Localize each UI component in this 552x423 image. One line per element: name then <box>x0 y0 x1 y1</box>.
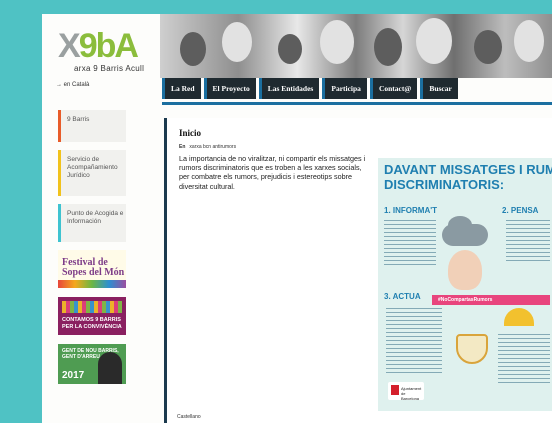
sidebar-item-acogida[interactable]: Punto de Acogida e Información <box>58 204 126 242</box>
poster-step-1: 1. INFORMA'T <box>384 206 438 215</box>
nav-divider <box>162 102 552 105</box>
poster-cloud <box>442 224 488 246</box>
promo-year: 2017 <box>62 370 85 381</box>
logo-mark: X9bA <box>58 27 139 65</box>
nav-buscar[interactable]: Buscar <box>420 78 458 99</box>
poster-text-block <box>498 334 550 384</box>
sidebar: 9 Barris Servicio de Acompañamiento Jurí… <box>58 110 126 393</box>
language-footer-link[interactable]: Castellano <box>177 414 201 420</box>
promo-convivencia-text: CONTAMOS 9 BARRIS PER LA CONVIVÈNCIA <box>62 317 122 330</box>
header-banner-photo <box>160 14 552 78</box>
promo-color-bar <box>58 280 126 288</box>
promo-decoration <box>62 301 122 313</box>
post-author[interactable]: xarxa bcn antirumors <box>189 144 236 150</box>
poster-step-3: 3. ACTUA <box>384 292 421 301</box>
poster-hashtag-bar: #NoCompartasRumors <box>432 295 550 305</box>
promo-gent-nou-barris[interactable]: GENT DE NOU BARRIS, GENT D'ARREU 2017 <box>58 344 126 384</box>
poster-sun <box>504 308 534 326</box>
post-meta-tag: En <box>179 144 186 150</box>
poster-text-block <box>386 308 442 374</box>
nav-participa[interactable]: Participa <box>322 78 367 99</box>
promo-convivencia[interactable]: CONTAMOS 9 BARRIS PER LA CONVIVÈNCIA <box>58 297 126 335</box>
promo-person-photo <box>98 352 122 384</box>
poster-text-block <box>506 220 550 264</box>
logo-subtitle: arxa 9 Barris Acull <box>74 64 145 73</box>
page: X9bA arxa 9 Barris Acull → en Català La … <box>42 14 552 423</box>
nav-las-entidades[interactable]: Las Entidades <box>258 78 320 99</box>
language-switch[interactable]: → en Català <box>56 82 89 88</box>
nav-el-proyecto[interactable]: El Proyecto <box>203 78 256 99</box>
poster-heading: DAVANT MISSATGES I RUM DISCRIMINATORIS: <box>384 162 552 192</box>
main-nav: La Red El Proyecto Las Entidades Partici… <box>162 78 458 99</box>
main-content: Inicio En xarxa bcn antirumors La importa… <box>164 118 552 423</box>
page-title: Inicio <box>179 128 202 138</box>
poster-text-block <box>384 220 436 268</box>
post-meta: En xarxa bcn antirumors <box>179 144 236 150</box>
poster-step-2: 2. PENSA <box>502 206 539 215</box>
post-body: La importancia de no viralitzar, ni comp… <box>179 154 366 191</box>
poster-head-figure <box>448 250 482 290</box>
sidebar-item-9-barris[interactable]: 9 Barris <box>58 110 126 142</box>
poster-shield <box>456 334 488 364</box>
barcelona-logo: Ajuntament de Barcelona <box>388 382 424 401</box>
promo-festival-text: Festival de Sopes del Món <box>62 257 125 278</box>
sidebar-item-juridico[interactable]: Servicio de Acompañamiento Jurídico <box>58 150 126 196</box>
nav-contacto[interactable]: Contact@ <box>369 78 418 99</box>
promo-festival-sopes[interactable]: Festival de Sopes del Món <box>58 250 126 288</box>
nav-la-red[interactable]: La Red <box>162 78 201 99</box>
campaign-poster-image[interactable]: DAVANT MISSATGES I RUM DISCRIMINATORIS: 1… <box>378 158 552 411</box>
